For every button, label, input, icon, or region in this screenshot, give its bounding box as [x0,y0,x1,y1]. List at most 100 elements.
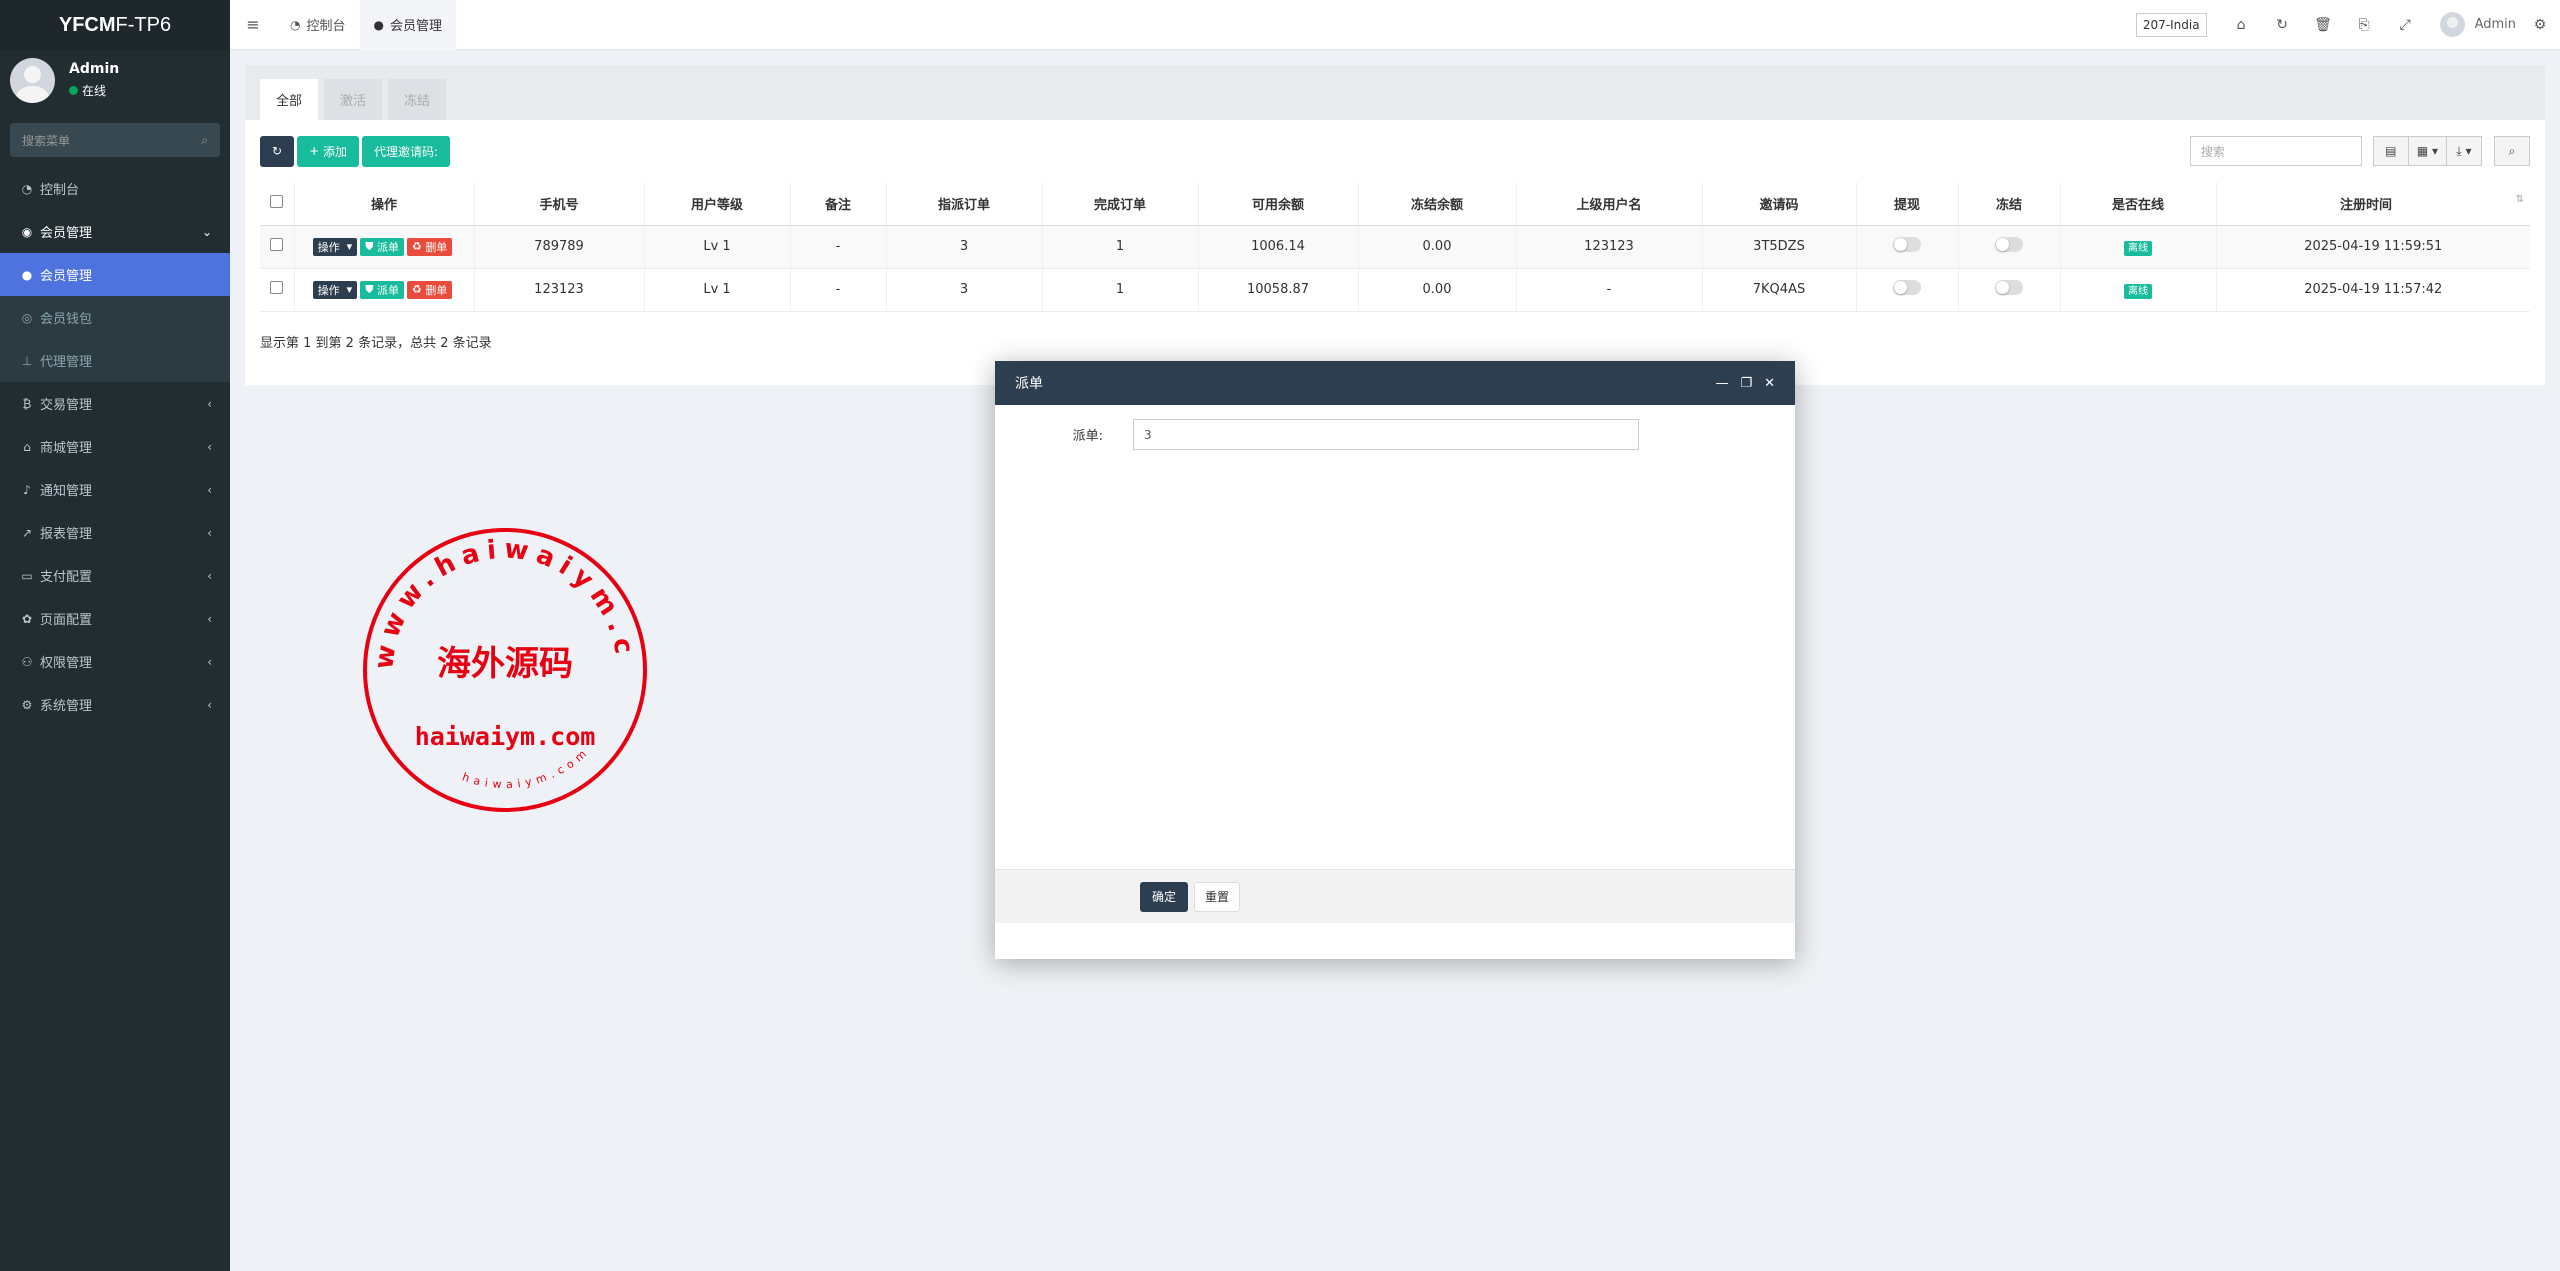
withdraw-toggle[interactable] [1893,237,1921,252]
sidebar-item-report[interactable]: ↗ 报表管理 ‹ [0,511,230,554]
brand-logo[interactable]: YFCM F-TP6 [0,0,230,50]
reset-button[interactable]: 重置 [1194,881,1241,912]
col-header[interactable]: 冻结 [1957,182,2060,226]
trash-icon[interactable]: 🗑 [2303,17,2344,33]
table-row: 操作 ▾ ⛊ 派单 ♻ 删单 789789 Lv 1 - 3 1 1006.14… [260,225,2530,269]
refresh-button[interactable]: ↻ [260,135,295,167]
sort-icon[interactable]: ⇅ [2516,194,2524,205]
assign-order-button[interactable]: ⛊ 派单 [360,280,404,299]
col-header[interactable]: 完成订单 [1041,182,1198,226]
col-header[interactable]: 上级用户名 [1515,182,1702,226]
tab-dashboard[interactable]: ◔ 控制台 [276,0,360,50]
add-button[interactable]: + 添加 [297,135,359,167]
col-header[interactable]: 用户等级 [643,182,790,226]
col-header[interactable]: 是否在线 [2059,182,2216,226]
row-actions: 操作 ▾ ⛊ 派单 ♻ 删单 [293,225,474,269]
freeze-toggle[interactable] [1995,280,2023,295]
brand-rest: F-TP6 [115,13,172,36]
row-checkbox[interactable] [270,281,284,294]
row-checkbox[interactable] [270,238,284,251]
refresh-icon[interactable]: ↻ [2262,17,2303,33]
col-header[interactable]: 提现 [1855,182,1958,226]
menu-search-input[interactable]: 搜索菜单 ⌕ [10,123,220,157]
col-header[interactable]: 冻结余额 [1357,182,1516,226]
users-icon: ⚇ [21,654,33,669]
invite-code-button[interactable]: 代理邀请码: [361,135,450,167]
user-icon: ● [373,17,384,32]
sidebar-item-label: 系统管理 [40,699,93,714]
sidebar-item-dashboard[interactable]: ◔ 控制台 [0,167,230,210]
language-select[interactable]: 207-India [2135,12,2207,37]
col-header[interactable]: 备注 [789,182,886,226]
sidebar-item-label: 交易管理 [40,398,93,413]
sidebar-item-member-manage[interactable]: ● 会员管理 [0,253,230,296]
cell-phone: 123123 [473,268,644,312]
cell-parent: - [1515,268,1702,312]
sidebar-item-member[interactable]: ◉ 会员管理 ⌄ [0,210,230,253]
col-header[interactable]: 指派订单 [885,182,1042,226]
search-icon[interactable]: ⌕ [201,133,208,148]
freeze-toggle[interactable] [1995,237,2023,252]
plus-icon: + [309,144,323,158]
bell-icon: ♪ [23,482,31,497]
cell-note: - [789,268,886,312]
assign-order-button[interactable]: ⛊ 派单 [360,237,404,256]
avatar [10,57,55,103]
confirm-button[interactable]: 确定 [1140,881,1189,912]
home-icon: ⌂ [23,439,31,454]
sidebar-item-label: 通知管理 [40,484,93,499]
close-icon[interactable]: ✕ [1764,376,1775,391]
columns-button[interactable]: ▦ ▾ [2407,136,2447,166]
sidebar-item-trade[interactable]: ₿ 交易管理 ‹ [0,382,230,425]
add-label: 添加 [322,144,347,159]
col-header[interactable]: 可用余额 [1197,182,1358,226]
sidebar-submenu: ● 会员管理 ◎ 会员钱包 ⊥ 代理管理 [0,253,230,382]
dialog-footer: 确定 重置 [995,869,1795,923]
row-op-dropdown[interactable]: 操作 ▾ [312,280,358,299]
col-header-regtime[interactable]: 注册时间 ⇅ [2215,182,2530,226]
col-header[interactable]: 邀请码 [1701,182,1856,226]
menu-toggle-icon[interactable]: ≡ [230,15,276,34]
select-all-cell [260,182,294,226]
sidebar-item-system[interactable]: ⚙ 系统管理 ‹ [0,683,230,726]
tab-member[interactable]: ● 会员管理 [359,0,456,50]
minimize-icon[interactable]: — [1715,376,1728,391]
tab-all[interactable]: 全部 [260,79,319,120]
select-all-checkbox[interactable] [270,194,284,208]
row-op-dropdown[interactable]: 操作 ▾ [312,237,358,256]
dialog-header[interactable]: 派单 — ❐ ✕ [995,361,1795,405]
cogs-icon[interactable]: ⚙ [2530,17,2550,33]
sidebar-item-payment[interactable]: ▭ 支付配置 ‹ [0,554,230,597]
assign-count-input[interactable]: 3 [1133,419,1639,450]
sidebar-item-page[interactable]: ✿ 页面配置 ‹ [0,597,230,640]
sidebar-item-agent[interactable]: ⊥ 代理管理 [0,339,230,382]
advanced-search-button[interactable]: ⌕ [2494,136,2530,166]
table-search-input[interactable]: 搜索 [2189,136,2362,166]
search-icon: ⌕ [2508,143,2516,158]
withdraw-toggle[interactable] [1893,280,1921,295]
sidebar-item-notice[interactable]: ♪ 通知管理 ‹ [0,468,230,511]
cell-balance: 10058.87 [1197,268,1358,312]
export-button[interactable]: ⤓ ▾ [2446,136,2482,166]
maximize-icon[interactable]: ❐ [1740,376,1752,391]
home-icon[interactable]: ⌂ [2221,17,2262,33]
sidebar-item-member-wallet[interactable]: ◎ 会员钱包 [0,296,230,339]
delete-order-button[interactable]: ♻ 删单 [406,237,453,256]
sidebar-item-label: 控制台 [40,183,80,198]
fullscreen-icon[interactable]: ⤢ [2385,17,2426,33]
delete-order-button[interactable]: ♻ 删单 [406,280,453,299]
cell-invite: 3T5DZS [1701,225,1856,269]
tab-frozen[interactable]: 冻结 [388,79,447,120]
cogs-icon: ⚙ [21,697,33,712]
user-panel: Admin 在线 [0,50,230,110]
sidebar-item-auth[interactable]: ⚇ 权限管理 ‹ [0,640,230,683]
menu-search-placeholder: 搜索菜单 [22,133,71,148]
toggle-view-button[interactable]: ▤ [2372,136,2409,166]
cell-assigned: 3 [885,225,1042,269]
tab-active[interactable]: 激活 [324,79,383,120]
delete-label: 删单 [425,240,448,254]
user-menu[interactable]: Admin [2426,12,2530,37]
sidebar-item-shop[interactable]: ⌂ 商城管理 ‹ [0,425,230,468]
col-header[interactable]: 手机号 [473,182,644,226]
translate-icon[interactable]: ⎘ [2344,17,2385,33]
